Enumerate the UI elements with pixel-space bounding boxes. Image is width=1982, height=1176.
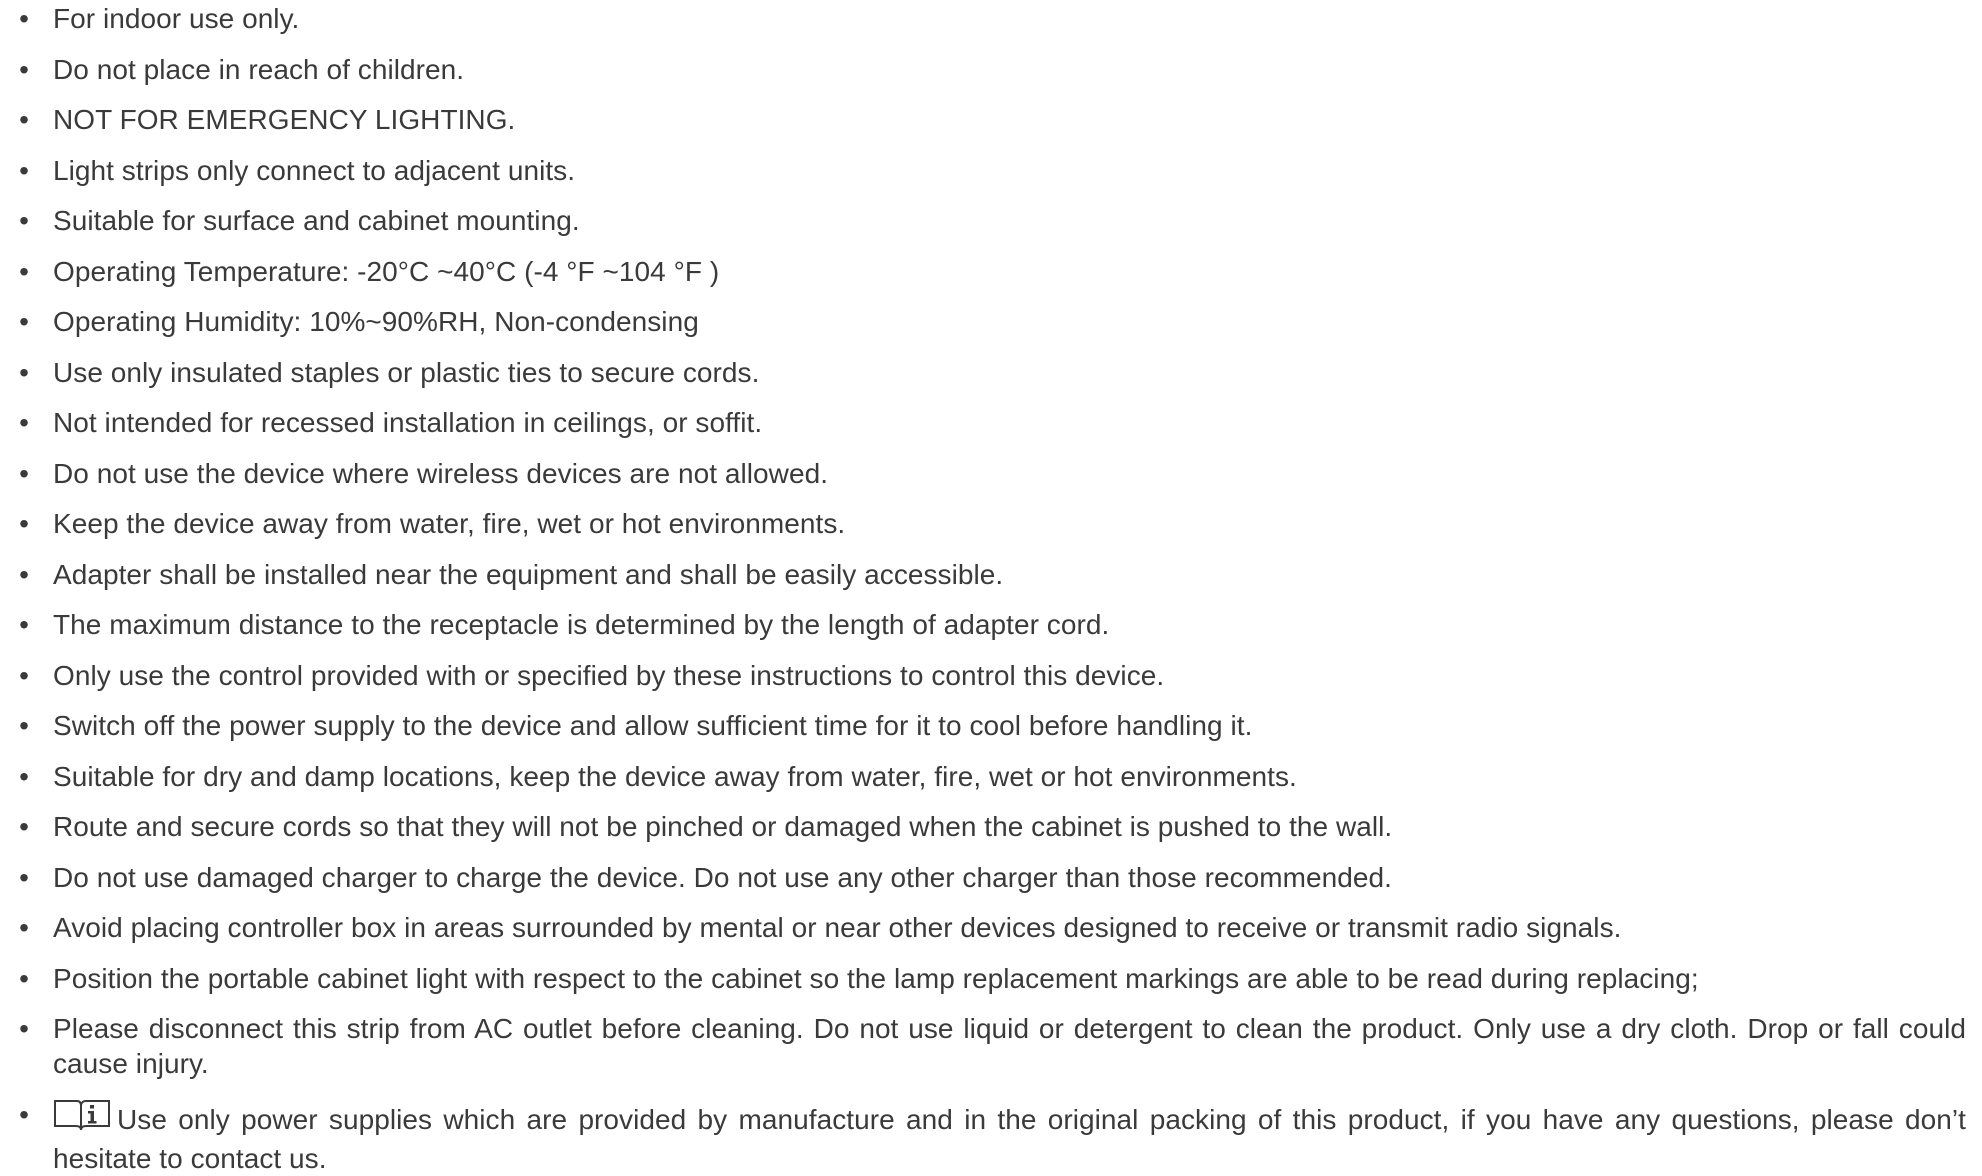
- bullet: •: [19, 356, 29, 388]
- bullet: •: [19, 558, 29, 590]
- bullet: •: [19, 508, 29, 539]
- bullet: •: [19, 407, 29, 438]
- list-item: • Please disconnect this strip from AC ou…: [0, 1011, 1966, 1081]
- list-item: • Operating Temperature: -20°C ~40°C (-4 …: [0, 254, 1966, 289]
- list-item: • Suitable for dry and damp locations, ke…: [0, 759, 1966, 794]
- item-text: Switch off the power supply to the devic…: [53, 710, 1253, 741]
- list-item: • Adapter shall be installed near the equ…: [0, 557, 1966, 592]
- bullet: •: [19, 255, 29, 287]
- item-text: Operating Temperature: -20°C ~40°C (-4 °…: [53, 255, 720, 287]
- list-item: • Keep the device away from water, fire, …: [0, 506, 1966, 541]
- item-text: NOT FOR EMERGENCY LIGHTING.: [53, 104, 516, 135]
- item-text: The maximum distance to the receptacle i…: [53, 609, 1110, 640]
- read-manual-info-icon: [53, 1097, 111, 1141]
- bullet: •: [19, 811, 29, 842]
- safety-instructions-list: • For indoor use only. • Do not place in r…: [0, 0, 1966, 1176]
- bullet: •: [19, 53, 29, 85]
- bullet: •: [19, 104, 29, 135]
- item-text: Operating Humidity: 10%~90%RH, Non-conde…: [53, 306, 699, 337]
- bullet: •: [19, 912, 29, 943]
- list-item: • Use only insulated staples or plastic t…: [0, 355, 1966, 390]
- list-item: • The maximum distance to the receptacle …: [0, 607, 1966, 642]
- item-text: Not intended for recessed installation i…: [53, 407, 763, 438]
- list-item: • Switch off the power supply to the devi…: [0, 708, 1966, 743]
- list-item: • Position the portable cabinet light wit…: [0, 961, 1966, 996]
- bullet: •: [19, 3, 29, 34]
- list-item: • Not intended for recessed installation …: [0, 405, 1966, 440]
- bullet: •: [19, 710, 29, 741]
- list-item: • Use only power supplies which are provi…: [0, 1097, 1966, 1176]
- item-text: Use only power supplies which are provid…: [53, 1103, 1966, 1174]
- list-item: • Do not use the device where wireless de…: [0, 456, 1966, 491]
- item-text: Suitable for dry and damp locations, kee…: [53, 760, 1297, 792]
- item-text: Use only insulated staples or plastic ti…: [53, 356, 760, 388]
- item-text: Do not use the device where wireless dev…: [53, 457, 829, 489]
- item-text: Do not place in reach of children.: [53, 53, 465, 85]
- bullet: •: [19, 205, 29, 236]
- bullet: •: [19, 154, 29, 186]
- list-item: • For indoor use only.: [0, 1, 1966, 36]
- bullet: •: [19, 1098, 29, 1130]
- bullet: •: [19, 306, 29, 337]
- item-text: Avoid placing controller box in areas su…: [53, 912, 1622, 943]
- bullet: •: [19, 962, 29, 994]
- bullet: •: [19, 1013, 29, 1044]
- item-text: Do not use damaged charger to charge the…: [53, 861, 1392, 893]
- bullet: •: [19, 457, 29, 489]
- list-item: • Avoid placing controller box in areas s…: [0, 910, 1966, 945]
- list-item: • Operating Humidity: 10%~90%RH, Non-cond…: [0, 304, 1966, 339]
- list-item: • NOT FOR EMERGENCY LIGHTING.: [0, 102, 1966, 137]
- list-item: • Only use the control provided with or s…: [0, 658, 1966, 693]
- list-item: • Light strips only connect to adjacent u…: [0, 153, 1966, 188]
- list-item: • Do not place in reach of children.: [0, 52, 1966, 87]
- bullet: •: [19, 659, 29, 691]
- item-text: For indoor use only.: [53, 3, 300, 34]
- list-item: • Suitable for surface and cabinet mounti…: [0, 203, 1966, 238]
- item-text: Adapter shall be installed near the equi…: [53, 558, 1004, 590]
- item-text: Only use the control provided with or sp…: [53, 659, 1165, 691]
- item-text: Light strips only connect to adjacent un…: [53, 154, 576, 186]
- item-text: Route and secure cords so that they will…: [53, 811, 1393, 842]
- bullet: •: [19, 861, 29, 893]
- item-text: Suitable for surface and cabinet mountin…: [53, 205, 580, 236]
- list-item: • Do not use damaged charger to charge th…: [0, 860, 1966, 895]
- item-text: Please disconnect this strip from AC out…: [53, 1013, 1966, 1079]
- item-text: Keep the device away from water, fire, w…: [53, 508, 846, 539]
- item-text: Position the portable cabinet light with…: [53, 962, 1699, 994]
- bullet: •: [19, 609, 29, 640]
- list-item: • Route and secure cords so that they wil…: [0, 809, 1966, 844]
- bullet: •: [19, 760, 29, 792]
